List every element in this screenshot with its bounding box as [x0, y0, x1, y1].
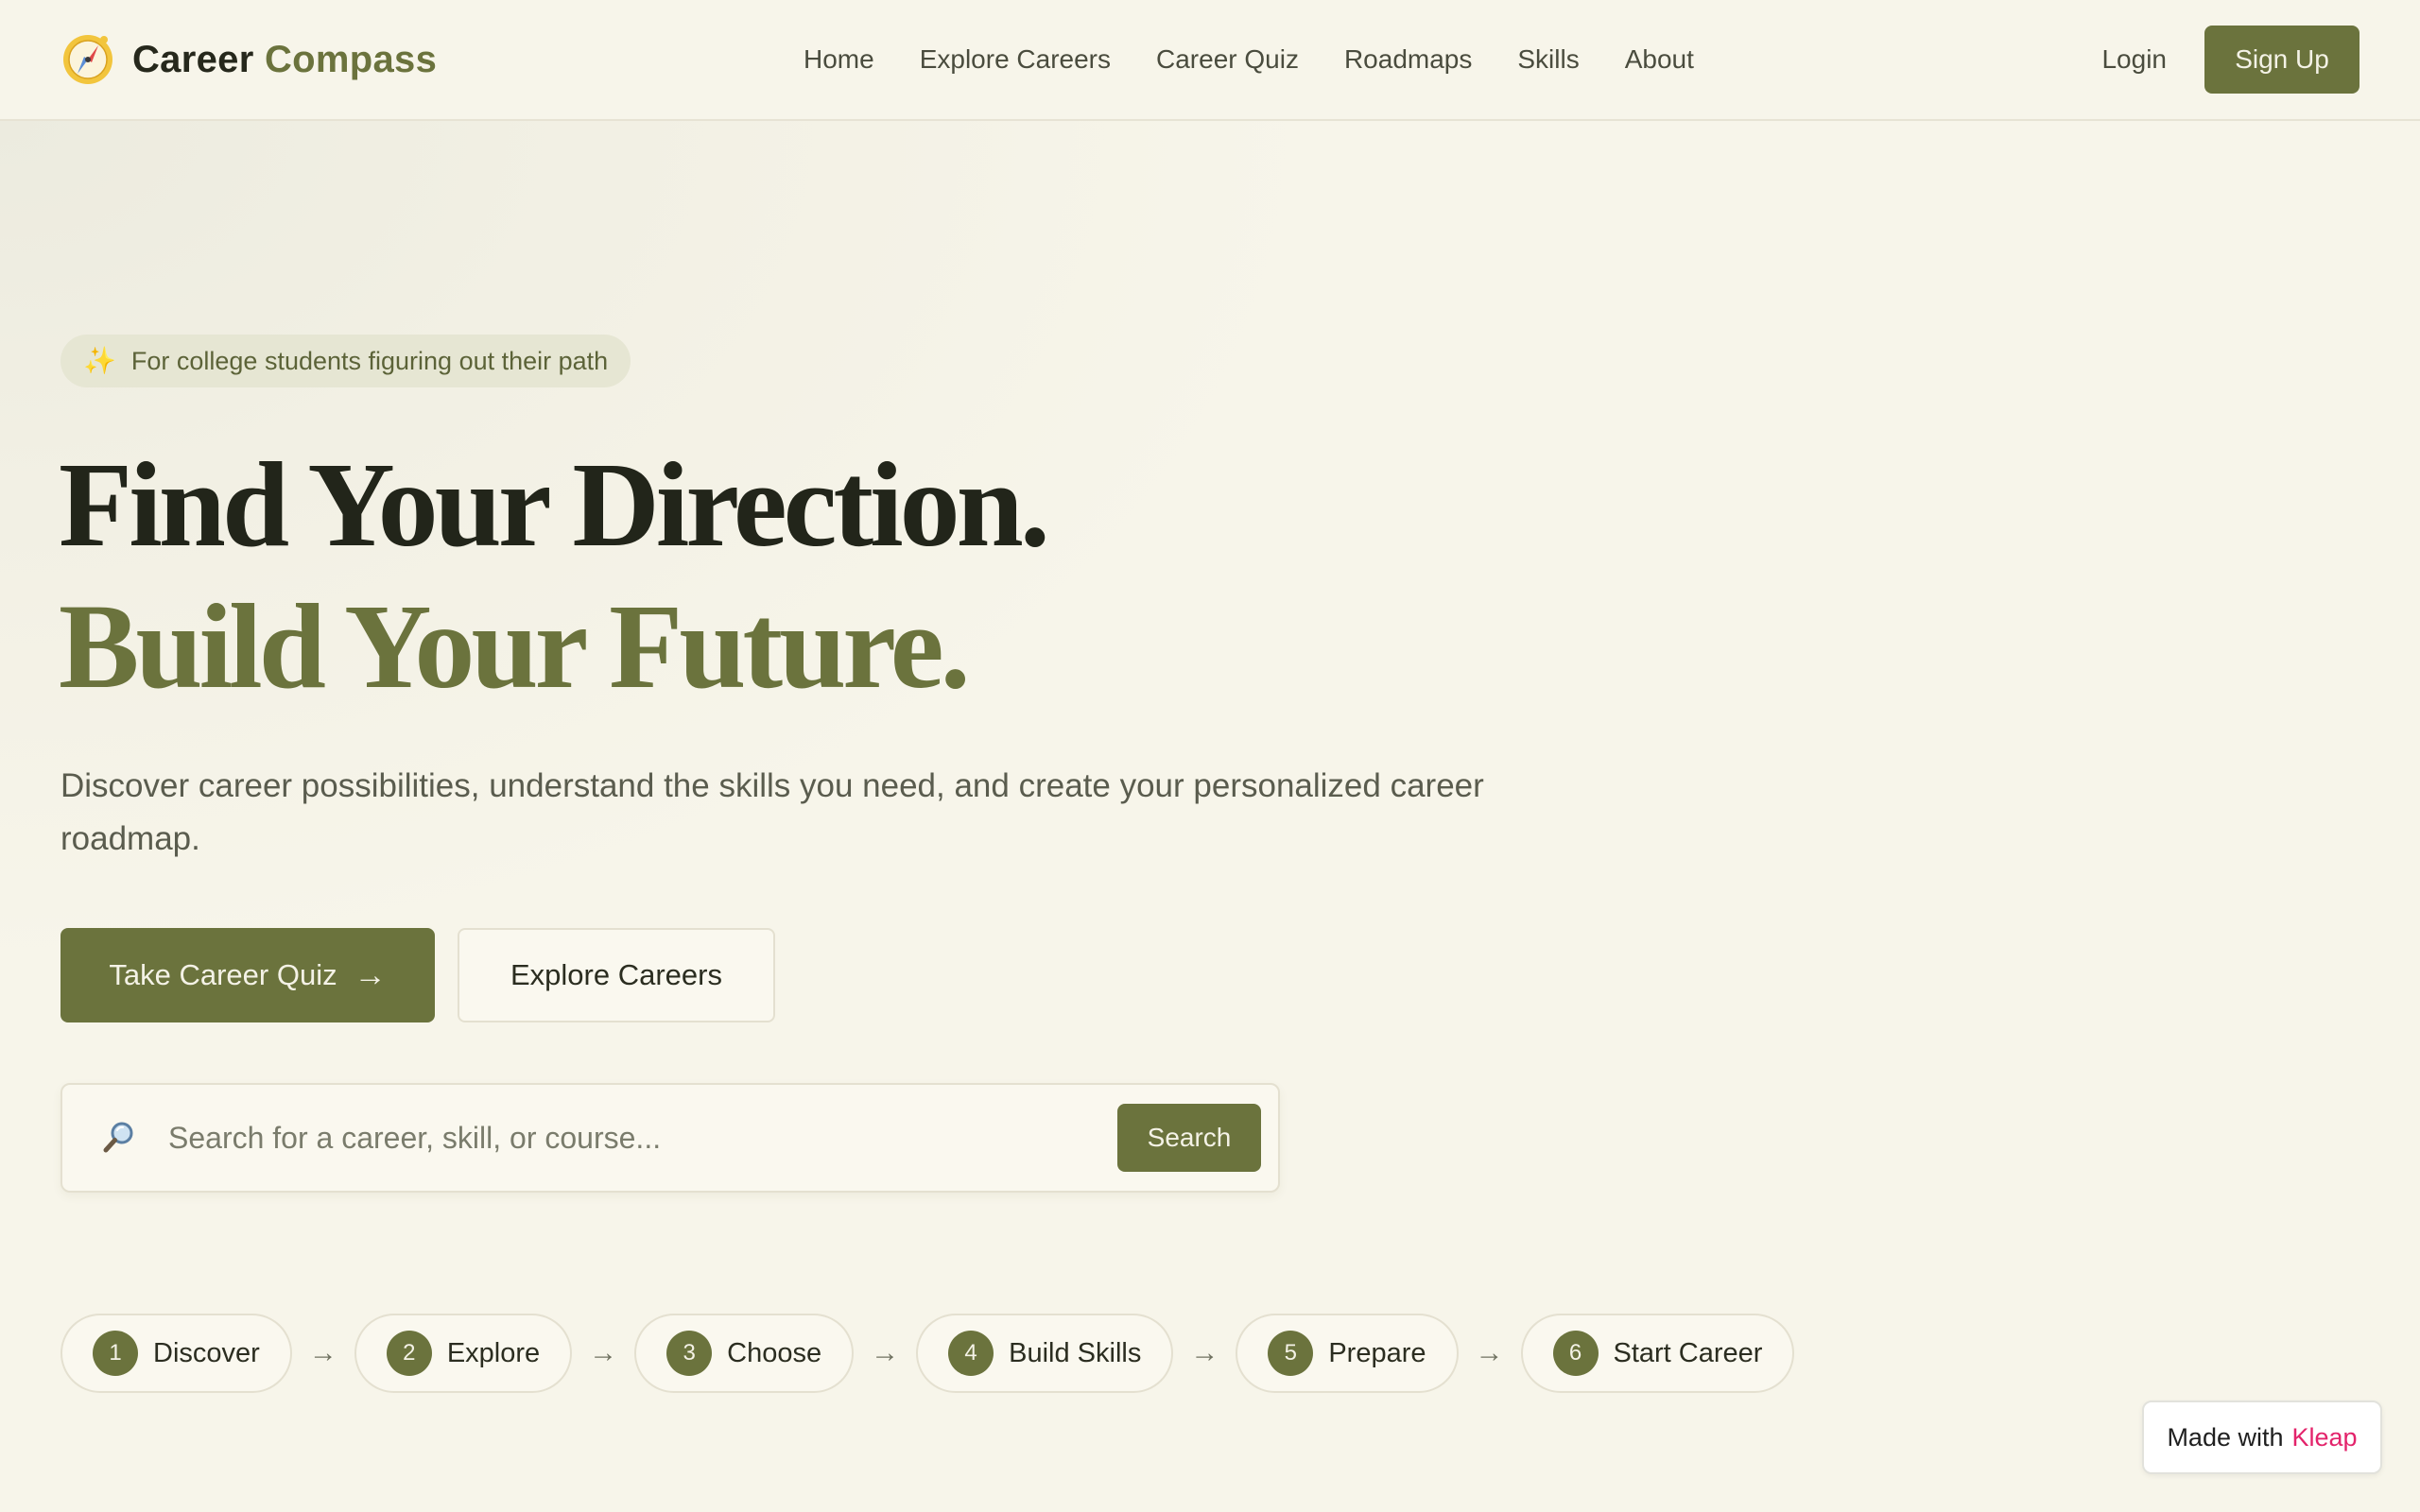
brand-name-compass: Compass	[264, 38, 438, 80]
headline-line-1: Find Your Direction.	[59, 438, 1050, 572]
step-label: Build Skills	[1009, 1337, 1142, 1368]
step-number: 6	[1552, 1331, 1599, 1376]
top-navbar: Career Compass Home Explore Careers Care…	[0, 0, 2420, 121]
sparkles-icon: ✨	[83, 346, 116, 375]
step-choose[interactable]: 3 Choose	[634, 1314, 855, 1393]
nav-link-skills[interactable]: Skills	[1517, 44, 1579, 75]
arrow-right-icon: →	[1190, 1337, 1219, 1368]
arrow-right-icon: →	[308, 1337, 337, 1368]
step-start-career[interactable]: 6 Start Career	[1520, 1314, 1795, 1393]
step-number: 4	[948, 1331, 994, 1376]
nav-link-about[interactable]: About	[1625, 44, 1694, 75]
explore-careers-button[interactable]: Explore Careers	[458, 928, 775, 1022]
step-number: 1	[93, 1331, 138, 1376]
audience-badge: ✨ For college students figuring out thei…	[60, 335, 631, 387]
headline-line-2: Build Your Future.	[59, 579, 971, 713]
arrow-right-icon: →	[871, 1337, 900, 1368]
step-label: Discover	[153, 1337, 260, 1368]
search-button[interactable]: Search	[1117, 1104, 1261, 1172]
arrow-right-icon: →	[1475, 1337, 1504, 1368]
main-nav: Home Explore Careers Career Quiz Roadmap…	[804, 0, 1694, 119]
take-career-quiz-button[interactable]: Take Career Quiz →	[60, 928, 435, 1022]
nav-link-career-quiz[interactable]: Career Quiz	[1156, 44, 1299, 75]
arrow-right-icon: →	[589, 1337, 618, 1368]
nav-link-explore-careers[interactable]: Explore Careers	[920, 44, 1111, 75]
step-number: 2	[386, 1331, 432, 1376]
made-with-text: Made with	[2167, 1422, 2284, 1452]
search-input[interactable]	[168, 1120, 1117, 1156]
step-discover[interactable]: 1 Discover	[60, 1314, 292, 1393]
login-link[interactable]: Login	[2101, 44, 2167, 75]
brand-logo-link[interactable]: Career Compass	[60, 32, 437, 87]
step-label: Explore	[446, 1337, 541, 1368]
step-build-skills[interactable]: 4 Build Skills	[916, 1314, 1174, 1393]
step-number: 5	[1268, 1331, 1314, 1376]
compass-icon	[63, 35, 112, 84]
search-bar: Search	[60, 1083, 1280, 1193]
nav-auth: Login Sign Up	[2101, 0, 2360, 119]
step-label: Start Career	[1613, 1337, 1763, 1368]
badge-text: For college students figuring out their …	[130, 346, 609, 375]
step-label: Prepare	[1328, 1337, 1426, 1368]
hero-subtext: Discover career possibilities, understan…	[60, 767, 1484, 857]
search-icon	[103, 1122, 133, 1153]
arrow-right-icon: →	[354, 957, 387, 993]
career-steps: 1 Discover → 2 Explore → 3 Choose → 4 Bu…	[60, 1314, 1795, 1393]
brand-name: Career Compass	[132, 39, 437, 81]
step-explore[interactable]: 2 Explore	[354, 1314, 573, 1393]
nav-link-roadmaps[interactable]: Roadmaps	[1344, 44, 1472, 75]
made-with-kleap-badge[interactable]: Made with Kleap	[2142, 1400, 2382, 1474]
brand-name-career: Career	[132, 38, 254, 80]
nav-link-home[interactable]: Home	[804, 44, 874, 75]
take-career-quiz-label: Take Career Quiz	[109, 958, 337, 991]
step-label: Choose	[727, 1337, 822, 1368]
step-number: 3	[666, 1331, 713, 1376]
signup-button[interactable]: Sign Up	[2204, 26, 2360, 94]
step-prepare[interactable]: 5 Prepare	[1236, 1314, 1459, 1393]
kleap-brand: Kleap	[2291, 1422, 2358, 1452]
